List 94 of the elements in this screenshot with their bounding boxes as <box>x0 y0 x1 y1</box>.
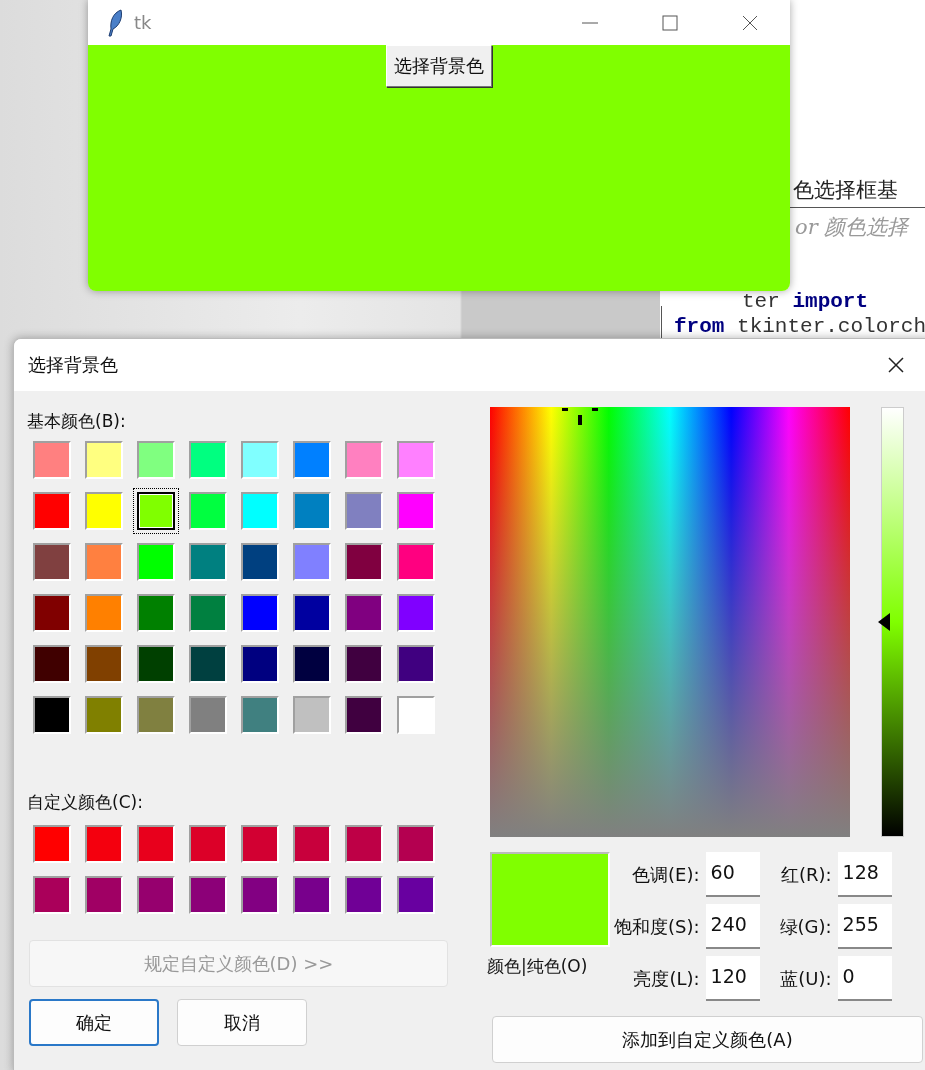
color-swatch[interactable] <box>33 594 71 632</box>
color-swatch[interactable] <box>345 492 383 530</box>
document-heading: 色选择框基 <box>793 177 898 204</box>
color-swatch[interactable] <box>189 876 227 914</box>
color-swatch[interactable] <box>293 594 331 632</box>
color-swatch[interactable] <box>293 441 331 479</box>
window-title: tk <box>134 12 153 33</box>
close-icon[interactable] <box>888 357 904 373</box>
color-swatch[interactable] <box>189 543 227 581</box>
luminance-bar[interactable] <box>881 407 904 837</box>
color-swatch[interactable] <box>137 825 175 863</box>
color-swatch[interactable] <box>189 645 227 683</box>
number-field[interactable]: 128 <box>837 852 892 897</box>
field-label: 色调(E): <box>631 862 700 887</box>
color-swatch[interactable] <box>85 594 123 632</box>
color-swatch[interactable] <box>189 594 227 632</box>
color-swatch[interactable] <box>241 696 279 734</box>
color-swatch[interactable] <box>397 594 435 632</box>
color-swatch[interactable] <box>189 696 227 734</box>
color-swatch[interactable] <box>137 696 175 734</box>
color-swatch[interactable] <box>189 825 227 863</box>
color-swatch[interactable] <box>345 876 383 914</box>
color-swatch[interactable] <box>241 645 279 683</box>
document-subheading: or 颜色选择 <box>795 214 909 241</box>
close-icon[interactable] <box>742 14 758 31</box>
ok-button[interactable]: 确定 <box>29 999 159 1046</box>
color-swatch[interactable] <box>85 696 123 734</box>
color-swatch[interactable] <box>345 441 383 479</box>
color-swatch[interactable] <box>345 825 383 863</box>
number-field[interactable]: 240 <box>705 904 760 949</box>
field-label: 红(R): <box>780 862 832 887</box>
color-swatch[interactable] <box>345 543 383 581</box>
color-swatch[interactable] <box>345 645 383 683</box>
color-swatch[interactable] <box>293 696 331 734</box>
color-swatch[interactable] <box>137 876 175 914</box>
field-label: 绿(G): <box>779 914 832 939</box>
color-swatch[interactable] <box>397 645 435 683</box>
color-swatch[interactable] <box>33 441 71 479</box>
number-field[interactable]: 255 <box>837 904 892 949</box>
color-swatch[interactable] <box>397 876 435 914</box>
color-swatch[interactable] <box>241 543 279 581</box>
number-field[interactable]: 120 <box>705 956 760 1001</box>
color-spectrum[interactable] <box>490 407 850 837</box>
code-line: ter import <box>742 290 869 313</box>
field-label: 亮度(L): <box>632 966 700 991</box>
field-label: 蓝(U): <box>779 966 832 991</box>
choose-color-button[interactable]: 选择背景色 <box>386 45 492 87</box>
field-label: 饱和度(S): <box>614 914 700 939</box>
color-swatch[interactable] <box>189 492 227 530</box>
color-swatch[interactable] <box>137 441 175 479</box>
basic-colors-label: 基本颜色(B): <box>27 410 127 433</box>
color-swatch[interactable] <box>241 876 279 914</box>
color-swatch[interactable] <box>293 825 331 863</box>
color-swatch[interactable] <box>241 441 279 479</box>
custom-colors-label: 自定义颜色(C): <box>27 791 144 814</box>
color-swatch[interactable] <box>293 492 331 530</box>
color-swatch[interactable] <box>137 543 175 581</box>
feather-icon <box>108 8 124 37</box>
number-field[interactable]: 0 <box>837 956 892 1001</box>
number-field[interactable]: 60 <box>705 852 760 897</box>
color-swatch[interactable] <box>397 696 435 734</box>
color-swatch[interactable] <box>241 825 279 863</box>
color-preview-label: 颜色|纯色(O) <box>487 955 589 978</box>
dialog-title: 选择背景色 <box>28 353 119 377</box>
color-swatch[interactable] <box>33 825 71 863</box>
color-swatch[interactable] <box>241 492 279 530</box>
color-swatch[interactable] <box>33 492 71 530</box>
color-swatch[interactable] <box>345 696 383 734</box>
color-swatch[interactable] <box>241 594 279 632</box>
color-swatch[interactable] <box>345 594 383 632</box>
add-to-custom-colors-button[interactable]: 添加到自定义颜色(A) <box>492 1016 923 1063</box>
color-swatch[interactable] <box>397 492 435 530</box>
color-swatch[interactable] <box>85 825 123 863</box>
color-swatch[interactable] <box>33 645 71 683</box>
color-swatch[interactable] <box>137 594 175 632</box>
color-swatch[interactable] <box>293 543 331 581</box>
cancel-button[interactable]: 取消 <box>177 999 307 1046</box>
color-swatch[interactable] <box>293 645 331 683</box>
color-swatch[interactable] <box>85 543 123 581</box>
color-swatch[interactable] <box>33 876 71 914</box>
color-swatch[interactable] <box>85 645 123 683</box>
luminance-pointer-icon[interactable] <box>878 613 890 631</box>
color-swatch[interactable] <box>293 876 331 914</box>
color-swatch[interactable] <box>189 441 227 479</box>
color-swatch[interactable] <box>85 441 123 479</box>
color-swatch[interactable] <box>85 492 123 530</box>
color-swatch[interactable] <box>397 441 435 479</box>
color-swatch[interactable] <box>397 825 435 863</box>
color-swatch[interactable] <box>137 645 175 683</box>
code-line: from tkinter.colorch <box>674 315 925 338</box>
color-swatch[interactable] <box>85 876 123 914</box>
color-swatch[interactable] <box>397 543 435 581</box>
color-swatch[interactable] <box>33 543 71 581</box>
color-swatch[interactable] <box>33 696 71 734</box>
